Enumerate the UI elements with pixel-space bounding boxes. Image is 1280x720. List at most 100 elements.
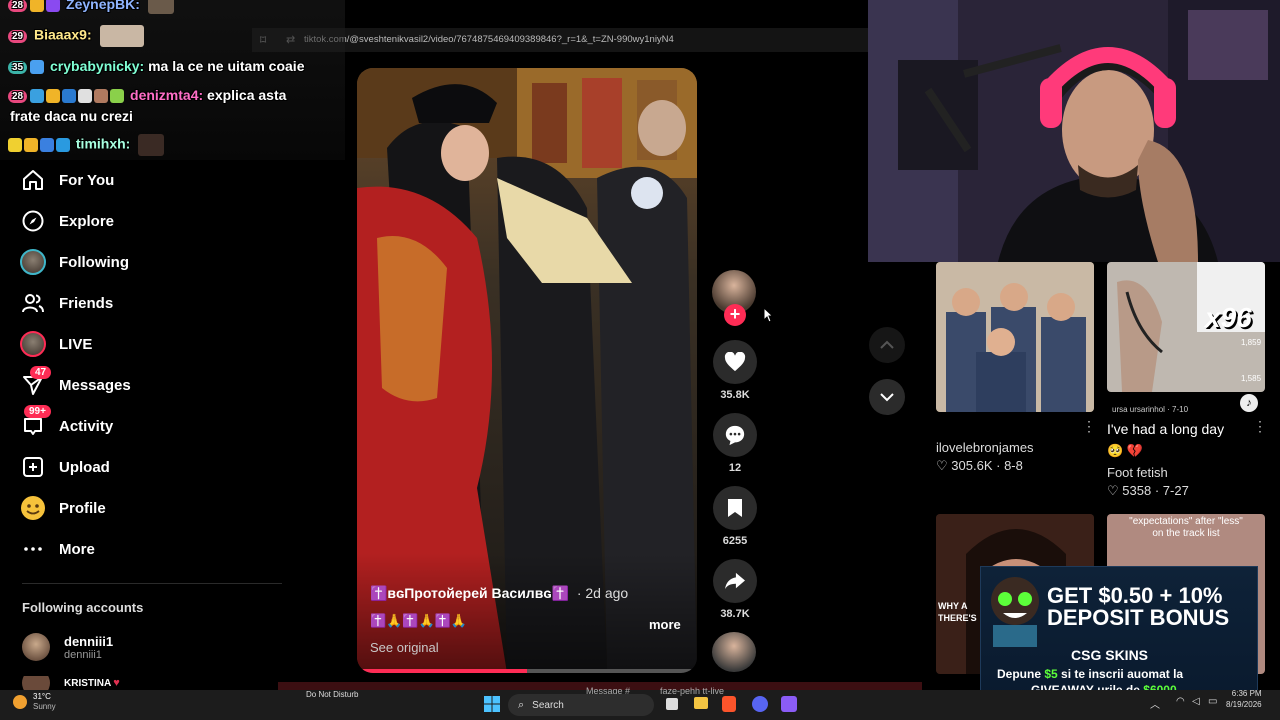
csgskins-ad-banner[interactable]: GET $0.50 + 10% DEPOSIT BONUS CSG SKINS …	[980, 566, 1258, 700]
heart-icon: ♥	[113, 677, 120, 689]
chat-badge-icon	[30, 0, 45, 13]
thumbnail-overlay-text: WHY A THERE'S	[938, 601, 977, 623]
wifi-icon[interactable]: ◠	[1176, 696, 1185, 707]
chat-text: explica asta	[207, 87, 287, 103]
feed-card-thumbnail[interactable]: x96 1,859 1,585	[1107, 262, 1265, 392]
feed-card-thumbnail[interactable]	[936, 262, 1094, 412]
share-icon[interactable]	[713, 559, 757, 603]
sidebar-item-explore[interactable]: Explore	[18, 204, 114, 238]
sidebar-item-following[interactable]: Following	[18, 245, 129, 279]
feed-card-user[interactable]: ursa ursarinhol · 7-10	[1112, 405, 1188, 414]
inbox-icon: 99+	[18, 405, 51, 441]
sidebar-item-label: Friends	[59, 294, 114, 312]
chat-username: denizmta4:	[130, 87, 204, 103]
share-action[interactable]: 38.7K	[712, 559, 758, 620]
chat-level-badge: 29	[8, 29, 28, 43]
creator-avatar[interactable]: +	[712, 270, 758, 326]
account-handle: denniii1	[64, 648, 102, 661]
next-video-button[interactable]	[869, 379, 905, 415]
app-grid-icon[interactable]	[781, 696, 797, 712]
discord-icon[interactable]	[752, 696, 768, 712]
sun-icon	[13, 695, 27, 709]
sidebar-item-profile[interactable]: Profile	[18, 491, 106, 525]
thumbnail-stat-2: 1,585	[1241, 374, 1262, 383]
do-not-disturb-label[interactable]: Do Not Disturb	[306, 690, 358, 699]
chat-badge-icon	[62, 89, 77, 104]
following-account-item[interactable]: denniii1 denniii1	[22, 633, 113, 661]
thumbnail-stat-1: 1,859	[1241, 338, 1262, 347]
feed-card-title[interactable]: I've had a long day	[1107, 421, 1224, 437]
chat-username: timihxh:	[75, 135, 131, 152]
sidebar-item-friends[interactable]: Friends	[18, 286, 113, 320]
live-avatar-icon	[18, 329, 48, 359]
follow-plus-icon[interactable]: +	[724, 304, 746, 326]
task-view-icon[interactable]	[666, 698, 678, 710]
feed-card-likes: 5358	[1122, 483, 1152, 498]
tray-chevron-up-icon[interactable]: ︿	[1150, 696, 1160, 711]
video-progress-fill	[357, 669, 527, 673]
sidebar-item-more[interactable]: More	[18, 532, 95, 566]
mascot-icon	[991, 577, 1039, 647]
weather-widget[interactable]: 31°C Sunny	[13, 692, 56, 712]
chat-badge-icon	[24, 138, 38, 152]
chat-emote	[138, 134, 165, 156]
feed-card-date: 7-27	[1162, 483, 1189, 498]
video-time: · 2d ago	[576, 585, 629, 601]
comment-count: 12	[728, 462, 742, 474]
see-original-link[interactable]: See original	[370, 640, 439, 655]
url-text: tiktok.com/@sveshtenikvasil2/video/76748…	[304, 34, 674, 45]
save-action[interactable]: 6255	[712, 486, 758, 547]
sidebar-item-label: Activity	[59, 417, 114, 435]
sidebar-item-messages[interactable]: 47 Messages	[18, 366, 131, 402]
taskbar-search[interactable]: ⌕ Search	[508, 694, 654, 716]
comment-icon[interactable]	[713, 413, 757, 457]
feed-card-author[interactable]: ilovelebronjames	[936, 440, 1034, 455]
chat-emote	[147, 0, 174, 15]
following-account-item[interactable]: KRISTINA ♥	[22, 676, 120, 690]
video-author[interactable]: ✝️ʙɢПротойерей Василʙɢ✝️ · 2d ago	[370, 585, 628, 602]
comment-action[interactable]: 12	[712, 413, 758, 474]
ad-headline-2: DEPOSIT BONUS	[1047, 605, 1230, 630]
chat-badge-icon	[40, 138, 54, 152]
chat-level-badge: 28	[8, 89, 28, 103]
sidebar-item-for-you[interactable]: For You	[18, 163, 114, 197]
sidebar-item-activity[interactable]: 99+ Activity	[18, 405, 114, 443]
chat-badge-icon	[30, 89, 45, 104]
music-disc-avatar[interactable]	[712, 632, 756, 672]
taskbar-clock[interactable]: 6:36 PM 8/19/2026	[1226, 688, 1262, 710]
sidebar-item-live[interactable]: LIVE	[18, 327, 92, 361]
sidebar-item-label: Messages	[59, 376, 131, 394]
chat-badge-icon	[8, 138, 22, 152]
video-progress-track[interactable]	[357, 669, 697, 673]
brave-browser-icon[interactable]	[722, 696, 736, 712]
kebab-menu-icon[interactable]: ⋮	[1082, 418, 1096, 435]
weather-status: Sunny	[33, 702, 56, 711]
like-count: 35.8K	[720, 389, 750, 401]
more-button[interactable]: more	[649, 617, 681, 632]
battery-icon[interactable]: ▭	[1208, 696, 1217, 707]
mouse-cursor-icon	[763, 307, 773, 323]
thumbnail-overlay-text: x96	[1205, 302, 1252, 333]
feed-card-date: 8-8	[1004, 458, 1023, 473]
chat-overlay: 28 ZeynepBK: 29 Biaaax9: 35 crybabynicky…	[0, 0, 345, 160]
bookmark-icon[interactable]	[713, 486, 757, 530]
chat-message: 28 ZeynepBK:	[8, 0, 176, 15]
feed-card-subtitle: Foot fetish	[1107, 465, 1168, 480]
kebab-menu-icon[interactable]: ⋮	[1253, 418, 1267, 435]
heart-icon[interactable]	[713, 340, 757, 384]
video-player[interactable]: ✝️ʙɢПротойерей Василʙɢ✝️ · 2d ago ✝️🙏✝️🙏…	[357, 68, 697, 673]
chat-badge-icon	[46, 89, 61, 104]
like-action[interactable]: 35.8K	[712, 340, 758, 401]
previous-video-button[interactable]	[869, 327, 905, 363]
following-accounts-title: Following accounts	[22, 600, 144, 615]
file-explorer-icon[interactable]	[694, 697, 708, 709]
sidebar-item-upload[interactable]: Upload	[18, 450, 110, 484]
save-count: 6255	[722, 535, 748, 547]
webcam-frame	[868, 0, 1280, 262]
clock-time: 6:36 PM	[1231, 689, 1262, 698]
windows-taskbar: 31°C Sunny Do Not Disturb Message # faze…	[0, 686, 1280, 720]
profile-emoji-icon	[18, 493, 48, 523]
speaker-icon[interactable]: ◁	[1192, 696, 1200, 707]
thumbnail-overlay-text: "expectations" after "less" on the track…	[1129, 516, 1243, 539]
windows-start-icon[interactable]	[484, 696, 500, 712]
